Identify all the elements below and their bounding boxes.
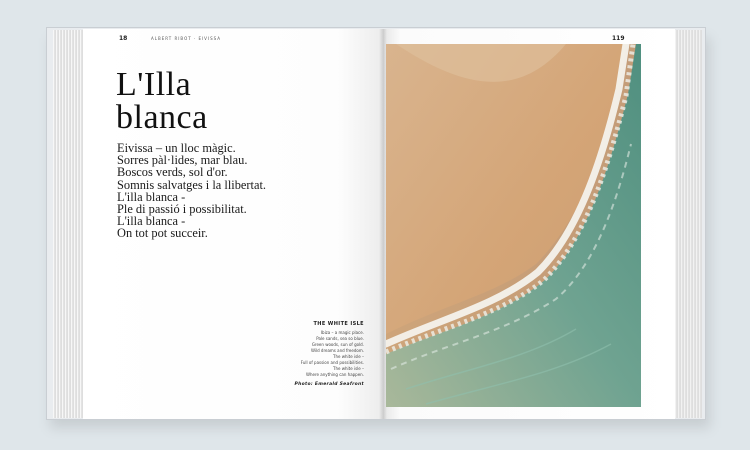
poem: Eivissa – un lloc màgic. Sorres pàl·lide… <box>117 142 266 240</box>
page-number-right: 119 <box>612 35 625 42</box>
chapter-title-line-1: L'Illa <box>116 66 192 103</box>
photo-caption: THE WHITE ISLE Ibiza – a magic place. Pa… <box>266 321 364 387</box>
poem-line: On tot pot succeir. <box>117 226 208 241</box>
running-head: ALBERT RIBOT · EIVISSA <box>151 36 221 41</box>
chapter-title-line-2: blanca <box>116 99 208 136</box>
poem-line: Somnis salvatges i la llibertat. <box>117 177 267 192</box>
caption-line: Where anything can happen. <box>306 372 364 377</box>
page-edges-left <box>53 30 85 418</box>
page-number-left: 18 <box>119 35 128 42</box>
caption-credit: Photo: Emerald Seafront <box>294 382 364 387</box>
chapter-title: L'Illa blanca <box>116 66 208 136</box>
poem-line: Boscos verds, sol d'or. <box>117 165 228 180</box>
page-edges-right <box>672 30 702 418</box>
caption-title: THE WHITE ISLE <box>313 321 364 327</box>
caption-lines: Ibiza – a magic place. Pale sands, sea s… <box>266 330 364 378</box>
beach-photo <box>386 44 641 407</box>
open-book: 18 ALBERT RIBOT · EIVISSA 119 L'Illa bla… <box>46 27 706 420</box>
